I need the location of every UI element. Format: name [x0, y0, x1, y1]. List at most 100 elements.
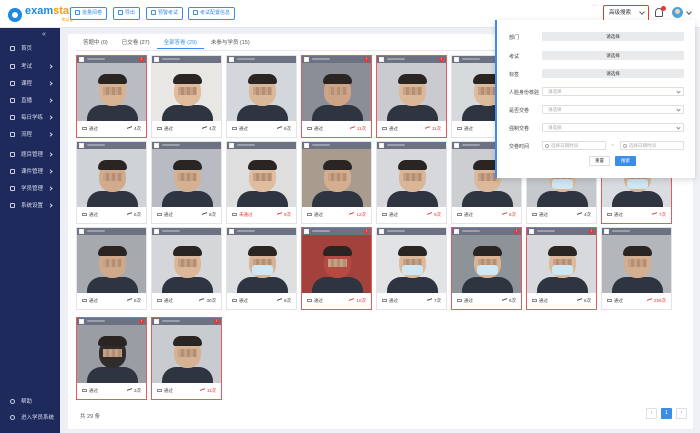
candidate-card[interactable]: ! 通过 3次: [76, 317, 147, 400]
webcam-snapshot[interactable]: [377, 235, 446, 293]
select-checkbox[interactable]: [229, 57, 234, 62]
webcam-snapshot[interactable]: [227, 235, 296, 293]
webcam-snapshot[interactable]: [227, 149, 296, 207]
bell-icon[interactable]: [655, 6, 666, 17]
select-checkbox[interactable]: [154, 229, 159, 234]
reset-button[interactable]: 重置: [589, 156, 610, 166]
candidate-card[interactable]: 通过 12次: [301, 141, 372, 224]
candidate-card[interactable]: 通过 8次: [151, 141, 222, 224]
candidate-card[interactable]: ! 通过 6次: [526, 227, 597, 310]
select-checkbox[interactable]: [79, 57, 84, 62]
dept-select[interactable]: 请选择: [542, 32, 684, 41]
candidate-card[interactable]: 通过 4次: [151, 55, 222, 138]
start-time-input[interactable]: 选择日期时间: [542, 141, 606, 150]
select-checkbox[interactable]: [379, 57, 384, 62]
select-checkbox[interactable]: [604, 229, 609, 234]
select-checkbox[interactable]: [229, 229, 234, 234]
webcam-snapshot[interactable]: [377, 63, 446, 121]
webcam-snapshot[interactable]: [152, 235, 221, 293]
page-button[interactable]: 1: [661, 408, 672, 419]
sidebar-item-home[interactable]: 首页: [0, 42, 60, 56]
logo[interactable]: examstar 考试星: [8, 6, 73, 23]
webcam-snapshot[interactable]: [152, 325, 221, 383]
candidate-card[interactable]: 未通过 9次: [226, 141, 297, 224]
candidate-card[interactable]: ! 通过 4次: [76, 55, 147, 138]
webcam-snapshot[interactable]: [452, 235, 521, 293]
select-checkbox[interactable]: [154, 319, 159, 324]
select-checkbox[interactable]: [454, 57, 459, 62]
next-page-button[interactable]: ›: [676, 408, 687, 419]
select-checkbox[interactable]: [154, 143, 159, 148]
face-verify-select[interactable]: 请选择: [542, 87, 684, 96]
sidebar-item-daily-practice[interactable]: 每日学练: [0, 111, 60, 125]
sidebar-item-system-settings[interactable]: 系统设置: [0, 199, 60, 213]
select-checkbox[interactable]: [529, 229, 534, 234]
sidebar-item-help[interactable]: 帮助: [0, 395, 60, 409]
export-button[interactable]: 导出: [113, 7, 141, 20]
end-time-input[interactable]: 选择日期时间: [620, 141, 684, 150]
prev-page-button[interactable]: ‹: [646, 408, 657, 419]
candidate-card[interactable]: 通过 6次: [76, 141, 147, 224]
exam-select[interactable]: 请选择: [542, 51, 684, 60]
tab-2[interactable]: 全部答卷 (29): [156, 37, 204, 49]
select-checkbox[interactable]: [154, 57, 159, 62]
sidebar-item-student-mgmt[interactable]: 学员管理: [0, 182, 60, 196]
select-checkbox[interactable]: [304, 229, 309, 234]
candidate-card[interactable]: 通过 6次: [226, 55, 297, 138]
tab-1[interactable]: 已交卷 (27): [115, 37, 157, 49]
tab-0[interactable]: 答题中 (0): [76, 37, 115, 49]
candidate-card[interactable]: 通过 7次: [376, 227, 447, 310]
sidebar-item-workflow[interactable]: 流程: [0, 128, 60, 142]
search-button[interactable]: 搜索: [615, 156, 636, 166]
batch-grade-button[interactable]: 批量阅卷: [70, 7, 108, 20]
sidebar-item-question-mgmt[interactable]: 题目管理: [0, 148, 60, 162]
select-checkbox[interactable]: [454, 229, 459, 234]
webcam-snapshot[interactable]: [77, 149, 146, 207]
webcam-snapshot[interactable]: [152, 149, 221, 207]
webcam-snapshot[interactable]: [77, 63, 146, 121]
chevron-down-icon[interactable]: [686, 9, 692, 15]
webcam-snapshot[interactable]: [302, 149, 371, 207]
warning-exam-button[interactable]: 预警考试: [146, 7, 184, 20]
webcam-snapshot[interactable]: [602, 235, 671, 293]
select-checkbox[interactable]: [79, 319, 84, 324]
sidebar-item-course[interactable]: 课程: [0, 77, 60, 91]
select-checkbox[interactable]: [379, 143, 384, 148]
sidebar-item-courseware-mgmt[interactable]: 课件管理: [0, 165, 60, 179]
candidate-card[interactable]: 通过 8次: [226, 227, 297, 310]
candidate-card[interactable]: ! 通过 10次: [301, 227, 372, 310]
webcam-snapshot[interactable]: [302, 63, 371, 121]
tab-3[interactable]: 未参与学员 (15): [204, 37, 257, 49]
webcam-snapshot[interactable]: [377, 149, 446, 207]
select-checkbox[interactable]: [304, 57, 309, 62]
webcam-snapshot[interactable]: [527, 235, 596, 293]
candidate-card[interactable]: 通过 9次: [376, 141, 447, 224]
exam-config-button[interactable]: 考试配置信息: [188, 7, 236, 20]
candidate-card[interactable]: 通过 259次: [601, 227, 672, 310]
select-checkbox[interactable]: [79, 229, 84, 234]
candidate-card[interactable]: 通过 8次: [76, 227, 147, 310]
group-select[interactable]: 请选择: [542, 69, 684, 78]
select-checkbox[interactable]: [454, 143, 459, 148]
candidate-card[interactable]: ! 通过 6次: [451, 227, 522, 310]
select-checkbox[interactable]: [379, 229, 384, 234]
candidate-card[interactable]: ! 通过 11次: [301, 55, 372, 138]
force-submit-select[interactable]: 请选择: [542, 123, 684, 132]
candidate-card[interactable]: ! 通过 11次: [151, 317, 222, 400]
select-checkbox[interactable]: [304, 143, 309, 148]
select-checkbox[interactable]: [229, 143, 234, 148]
webcam-snapshot[interactable]: [77, 325, 146, 383]
candidate-card[interactable]: ! 通过 11次: [376, 55, 447, 138]
sidebar-item-live[interactable]: 直播: [0, 94, 60, 108]
webcam-snapshot[interactable]: [302, 235, 371, 293]
collapse-sidebar-icon[interactable]: «: [42, 31, 46, 38]
webcam-snapshot[interactable]: [77, 235, 146, 293]
select-checkbox[interactable]: [79, 143, 84, 148]
candidate-card[interactable]: 通过 30次: [151, 227, 222, 310]
submitted-select[interactable]: 请选择: [542, 105, 684, 114]
sidebar-item-enter-student-system[interactable]: 进入学员系统: [0, 411, 60, 425]
webcam-snapshot[interactable]: [227, 63, 296, 121]
sidebar-item-exam[interactable]: 考试: [0, 60, 60, 74]
webcam-snapshot[interactable]: [152, 63, 221, 121]
avatar[interactable]: [672, 7, 683, 18]
